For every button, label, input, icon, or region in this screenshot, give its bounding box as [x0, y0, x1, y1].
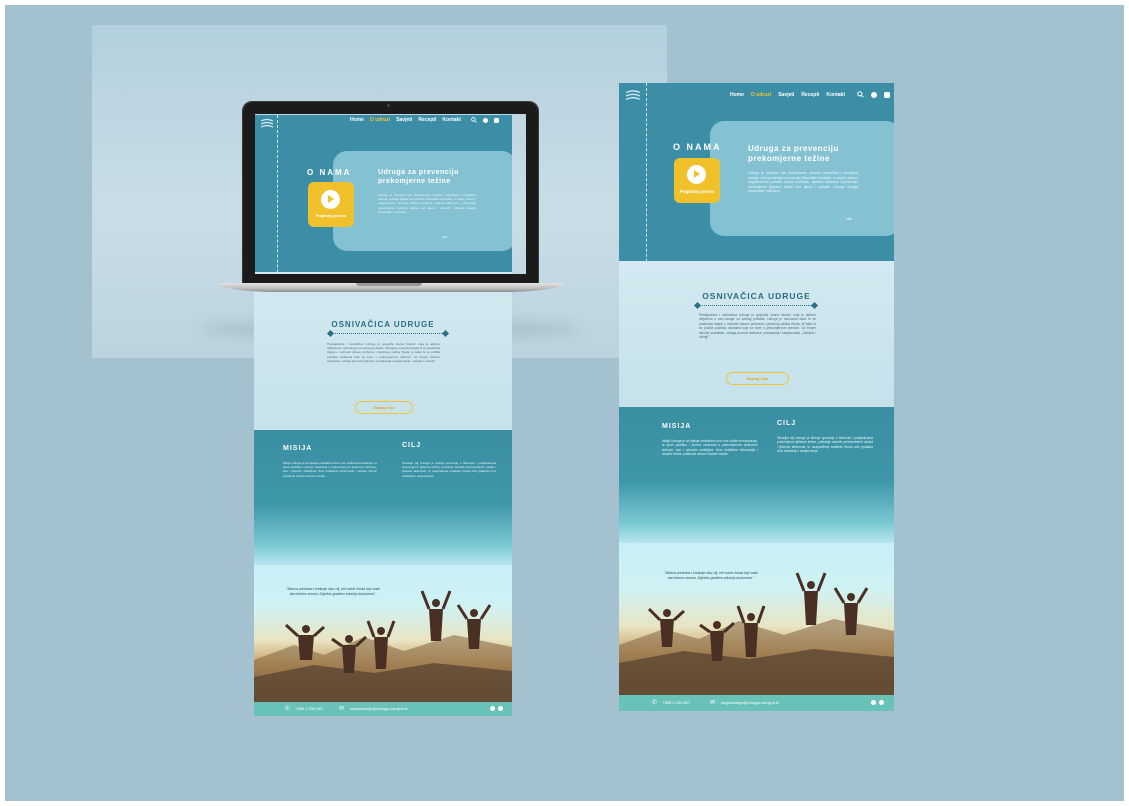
- footer: ✆ +385 1 234 567 ✉ savjetovanje@udruga-z…: [254, 702, 512, 716]
- mission-text: Misija Udruge je da djeluje edukativno k…: [662, 439, 758, 457]
- nav-kontakt[interactable]: Kontakt: [826, 92, 845, 98]
- search-icon[interactable]: [857, 91, 864, 98]
- mission-text: Misija Udruge je da djeluje edukativno k…: [283, 461, 377, 478]
- goal-text: Temeljni cilj Udruge je širenje spoznaje…: [777, 436, 873, 454]
- learn-more-button[interactable]: Saznaj više: [726, 372, 789, 385]
- hero-heading: O NAMA: [673, 142, 722, 152]
- hero-section: Home O udruzi Savjeti Recepti Kontakt O …: [619, 83, 894, 553]
- founder-title: OSNIVAČICA UDRUGE: [331, 320, 435, 329]
- people-photo-section: "Zdrava prehrana i kretanje nisu cilj, v…: [619, 543, 894, 695]
- footer-phone[interactable]: +385 1 234 567: [295, 706, 323, 711]
- promo-video-tile[interactable]: Pogledaj promo: [674, 158, 720, 203]
- card-title-line-2: prekomjerne težine: [748, 154, 830, 163]
- play-icon[interactable]: [687, 165, 706, 184]
- card-title-line-1: Udruga za prevenciju: [748, 144, 839, 153]
- founder-text: Predsjednica i osnivačica Udruge je gosp…: [699, 313, 816, 340]
- founder-divider: [697, 305, 815, 306]
- facebook-icon[interactable]: [871, 91, 877, 98]
- card-title: Udruga za prevenciju prekomjerne težine: [748, 144, 839, 164]
- laptop-lid-frame: [242, 101, 539, 287]
- play-triangle: [694, 170, 701, 179]
- founder-section: OSNIVAČICA UDRUGE Predsjednica i osnivač…: [254, 272, 512, 430]
- nav-home[interactable]: Home: [730, 92, 744, 98]
- footer-instagram-icon[interactable]: [498, 706, 503, 711]
- quote-text: "Zdrava prehrana i kretanje nisu cilj, v…: [286, 587, 380, 596]
- footer-email[interactable]: savjetovanje@udruga-zamjeni.hr: [350, 706, 409, 711]
- phone-icon: ✆: [652, 700, 658, 706]
- footer-facebook-icon[interactable]: [871, 700, 876, 705]
- footer-instagram-icon[interactable]: [879, 700, 884, 705]
- nav-savjeti[interactable]: Savjeti: [778, 92, 794, 98]
- quote-text: "Zdrava prehrana i kretanje nisu cilj, v…: [664, 571, 758, 580]
- logo-icon: [625, 89, 641, 108]
- more-link[interactable]: više →: [846, 217, 856, 221]
- mail-icon: ✉: [710, 700, 716, 706]
- mission-goal-section: MISIJA Misija Udruge je da djeluje eduka…: [254, 430, 512, 565]
- nav-recepti[interactable]: Recepti: [801, 92, 819, 98]
- goal-title: CILJ: [777, 420, 797, 427]
- mail-icon: ✉: [339, 706, 345, 712]
- founder-title: OSNIVAČICA UDRUGE: [702, 291, 811, 301]
- nav-o-udruzi[interactable]: O udruzi: [751, 92, 771, 98]
- founder-text: Predsjednica i osnivačica Udruge je gosp…: [327, 342, 440, 363]
- mission-title: MISIJA: [283, 445, 313, 452]
- founder-section: OSNIVAČICA UDRUGE Predsjednica i osnivač…: [619, 261, 894, 407]
- mission-title: MISIJA: [662, 423, 692, 430]
- instagram-icon[interactable]: [884, 91, 890, 98]
- goal-title: CILJ: [402, 442, 422, 449]
- footer-phone[interactable]: +385 1 234 567: [662, 700, 690, 705]
- learn-more-button[interactable]: Saznaj više: [355, 401, 413, 414]
- laptop-camera: [387, 104, 390, 107]
- jumping-people-figures: [284, 590, 492, 673]
- footer: ✆ +385 1 234 567 ✉ savjetovanje@udruga-z…: [619, 695, 894, 711]
- goal-text: Temeljni cilj Udruge je širenje spoznaje…: [402, 461, 496, 478]
- jumping-people-figures: [647, 572, 869, 661]
- phone-icon: ✆: [285, 706, 291, 712]
- footer-email[interactable]: savjetovanje@udruga-zamjeni.hr: [721, 700, 780, 705]
- founder-divider: [330, 333, 446, 334]
- card-text: Udruga je osnovan kao dobrotvorna, struč…: [748, 171, 858, 194]
- promo-video-label: Pogledaj promo: [679, 189, 714, 194]
- people-photo-section: "Zdrava prehrana i kretanje nisu cilj, v…: [254, 565, 512, 702]
- footer-facebook-icon[interactable]: [490, 706, 495, 711]
- mission-goal-section: MISIJA Misija Udruge je da djeluje eduka…: [619, 407, 894, 543]
- website-mockup-desktop: Home O udruzi Savjeti Recepti Kontakt O …: [619, 83, 894, 711]
- laptop-notch: [356, 283, 422, 286]
- main-nav: Home O udruzi Savjeti Recepti Kontakt: [730, 91, 890, 98]
